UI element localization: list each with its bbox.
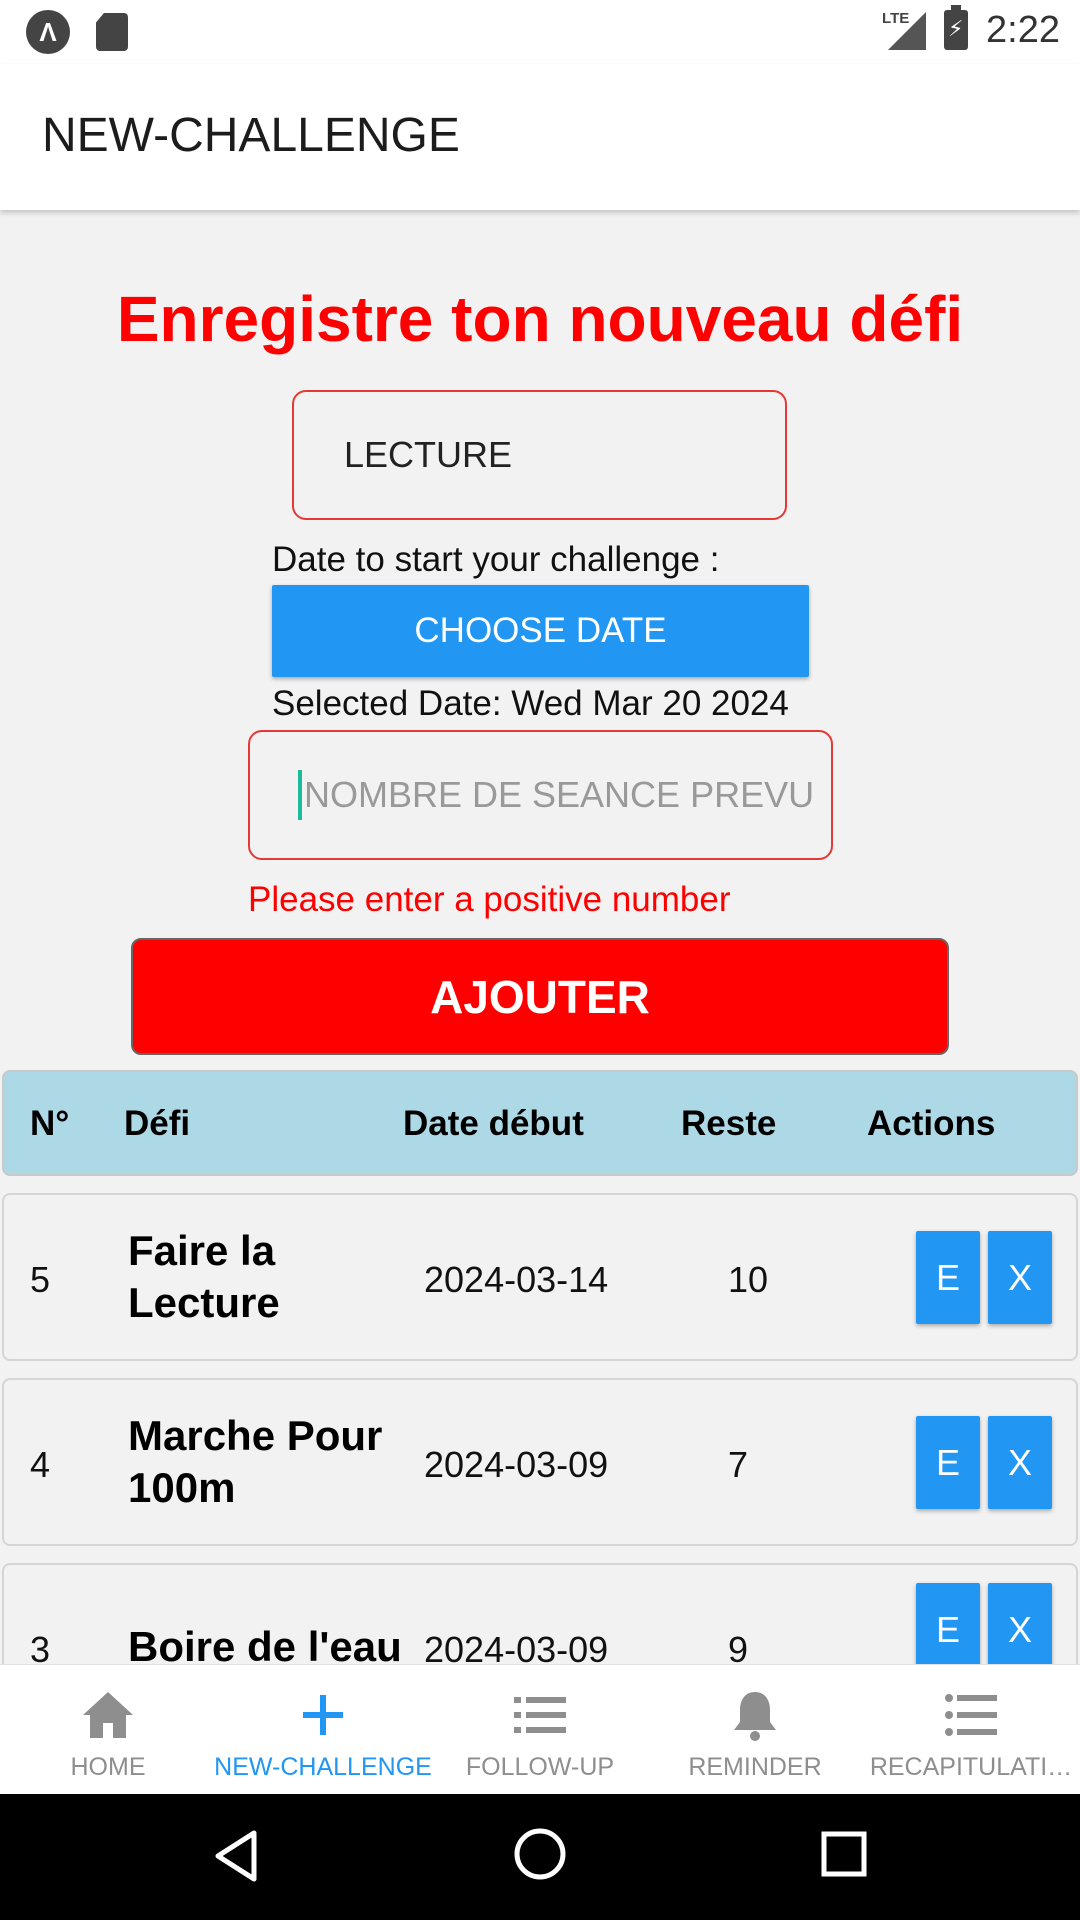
delete-button[interactable]: X [988, 1583, 1052, 1664]
back-icon[interactable] [212, 1827, 260, 1890]
challenge-name-value: LECTURE [344, 434, 513, 475]
list-icon [945, 1687, 997, 1743]
edit-button[interactable]: E [916, 1416, 980, 1509]
column-header-remaining: Reste [681, 1104, 777, 1143]
table-header: N° Défi Date début Reste Actions [2, 1070, 1078, 1176]
status-bar: Λ LTE ⚡ 2:22 [0, 0, 1080, 64]
sessions-count-input[interactable]: NOMBRE DE SEANCE PREVU [248, 730, 833, 860]
column-header-actions: Actions [867, 1104, 996, 1143]
row-number: 5 [30, 1259, 51, 1300]
choose-date-button[interactable]: CHOOSE DATE [272, 585, 809, 677]
form-heading: Enregistre ton nouveau défi [116, 283, 964, 355]
row-challenge-name-line1: Boire de l'eau [128, 1623, 402, 1664]
network-type: LTE [882, 10, 910, 27]
column-header-challenge: Défi [124, 1104, 191, 1143]
delete-button[interactable]: X [988, 1416, 1052, 1509]
tab-new-challenge-label: NEW-CHALLENGE [214, 1753, 432, 1781]
recents-icon[interactable] [820, 1830, 868, 1883]
add-button[interactable]: AJOUTER [131, 938, 949, 1055]
edit-button[interactable]: E [916, 1583, 980, 1664]
home-icon [80, 1687, 136, 1743]
page-title: NEW-CHALLENGE [42, 109, 460, 162]
column-header-number: N° [30, 1104, 70, 1143]
system-nav-bar [0, 1794, 1080, 1920]
tab-follow-up-label: FOLLOW-UP [465, 1753, 615, 1781]
row-start-date: 2024-03-14 [424, 1259, 609, 1300]
row-remaining: 7 [728, 1444, 749, 1485]
tab-recapitulation[interactable]: RECAPITULATI… [868, 1665, 1074, 1795]
text-cursor [298, 770, 302, 820]
edit-button[interactable]: E [916, 1231, 980, 1324]
row-remaining: 9 [728, 1629, 749, 1664]
validation-error: Please enter a positive number [248, 880, 731, 919]
row-challenge-name-line1: Faire la [128, 1227, 276, 1274]
list-icon [514, 1687, 566, 1743]
row-challenge-name: Faire la Lecture [128, 1225, 408, 1329]
bottom-tab-bar: HOME NEW-CHALLENGE FOLLOW-UP REMINDER RE… [0, 1664, 1080, 1794]
plus-icon [301, 1687, 345, 1743]
bell-icon [731, 1687, 779, 1743]
row-number: 3 [30, 1629, 51, 1664]
row-number: 4 [30, 1444, 51, 1485]
tab-reminder-label: REMINDER [688, 1753, 822, 1781]
sd-card-icon [96, 13, 128, 51]
tab-follow-up[interactable]: FOLLOW-UP [455, 1665, 625, 1795]
row-challenge-name-line2: 100m [128, 1464, 236, 1511]
row-challenge-name: Boire de l'eau [128, 1621, 428, 1664]
challenge-name-input[interactable]: LECTURE [292, 390, 787, 520]
date-label: Date to start your challenge : [272, 540, 720, 579]
table-row: 5 Faire la Lecture 2024-03-14 10 E X [2, 1193, 1078, 1361]
tab-reminder[interactable]: REMINDER [670, 1665, 840, 1795]
table-row: 4 Marche Pour 100m 2024-03-09 7 E X [2, 1378, 1078, 1546]
tab-home[interactable]: HOME [28, 1665, 188, 1795]
table-row: 3 Boire de l'eau 2024-03-09 9 E X [2, 1563, 1078, 1664]
clock: 2:22 [986, 8, 1060, 51]
app-bar: NEW-CHALLENGE [0, 64, 1080, 210]
row-challenge-name: Marche Pour 100m [128, 1410, 408, 1514]
selected-date-text: Selected Date: Wed Mar 20 2024 [272, 684, 789, 723]
row-challenge-name-line1: Marche Pour [128, 1412, 383, 1459]
challenge-list[interactable]: 5 Faire la Lecture 2024-03-14 10 E X 4 M… [0, 1190, 1080, 1664]
app-notification-icon: Λ [26, 10, 70, 54]
row-start-date: 2024-03-09 [424, 1444, 609, 1485]
home-circle-icon[interactable] [512, 1826, 568, 1887]
row-start-date: 2024-03-09 [424, 1629, 609, 1664]
battery-charging-icon: ⚡ [944, 5, 969, 50]
sessions-count-placeholder: NOMBRE DE SEANCE PREVU [304, 774, 815, 815]
delete-button[interactable]: X [988, 1231, 1052, 1324]
tab-home-label: HOME [70, 1753, 146, 1781]
row-remaining: 10 [728, 1259, 769, 1300]
column-header-start-date: Date début [403, 1104, 584, 1143]
tab-recapitulation-label: RECAPITULATI… [869, 1753, 1073, 1781]
signal-icon: LTE [882, 8, 927, 52]
tab-new-challenge[interactable]: NEW-CHALLENGE [213, 1665, 433, 1795]
row-challenge-name-line2: Lecture [128, 1279, 280, 1326]
